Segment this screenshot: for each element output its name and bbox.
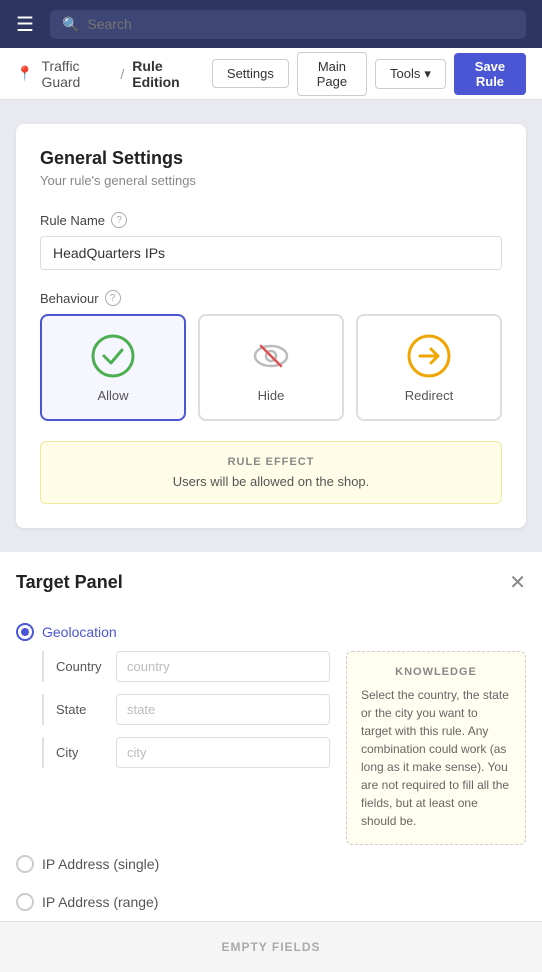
tools-arrow-icon: ▾ bbox=[424, 66, 431, 82]
allow-icon-area bbox=[89, 332, 137, 380]
country-label: Country bbox=[56, 659, 104, 674]
hide-icon bbox=[249, 334, 293, 378]
redirect-label: Redirect bbox=[405, 388, 453, 403]
state-label: State bbox=[56, 702, 104, 717]
empty-fields-text: EMPTY FIELDS bbox=[221, 940, 320, 954]
search-icon: 🔍 bbox=[62, 16, 79, 33]
knowledge-title: KNOWLEDGE bbox=[361, 666, 511, 678]
radio-geolocation-circle bbox=[16, 623, 34, 641]
country-input[interactable] bbox=[116, 651, 330, 682]
topbar: ☰ 🔍 bbox=[0, 0, 542, 48]
location-icon: 📍 bbox=[16, 65, 33, 82]
radio-ip-single-circle bbox=[16, 855, 34, 873]
radio-ip-range[interactable]: IP Address (range) bbox=[16, 883, 526, 921]
behaviour-allow[interactable]: Allow bbox=[40, 314, 186, 421]
main-content: General Settings Your rule's general set… bbox=[0, 100, 542, 552]
ip-single-label: IP Address (single) bbox=[42, 856, 159, 872]
rule-name-help-icon[interactable]: ? bbox=[111, 212, 127, 228]
general-settings-subtitle: Your rule's general settings bbox=[40, 173, 502, 188]
main-page-button[interactable]: Main Page bbox=[297, 52, 367, 96]
rule-effect-text: Users will be allowed on the shop. bbox=[57, 474, 485, 489]
country-row: Country bbox=[42, 651, 330, 682]
rule-name-input[interactable] bbox=[40, 236, 502, 270]
radio-geolocation[interactable]: Geolocation bbox=[16, 613, 526, 651]
ip-range-label: IP Address (range) bbox=[42, 894, 158, 910]
target-panel-section: Target Panel ✕ Geolocation Country State bbox=[0, 552, 542, 972]
geolocation-label: Geolocation bbox=[42, 624, 117, 640]
breadcrumb-separator: / bbox=[120, 66, 124, 82]
radio-ip-single[interactable]: IP Address (single) bbox=[16, 845, 526, 883]
menu-icon[interactable]: ☰ bbox=[16, 12, 34, 37]
breadcrumb-bar: 📍 Traffic Guard / Rule Edition Settings … bbox=[0, 48, 542, 100]
breadcrumb-actions: Settings Main Page Tools ▾ Save Rule bbox=[212, 52, 526, 96]
geo-panel: Country State City KNOWLEDGE Select the … bbox=[42, 651, 526, 845]
rule-effect-title: RULE EFFECT bbox=[57, 456, 485, 468]
breadcrumb-parent[interactable]: Traffic Guard bbox=[41, 58, 112, 90]
search-bar[interactable]: 🔍 bbox=[50, 10, 526, 39]
city-input[interactable] bbox=[116, 737, 330, 768]
empty-fields-banner: EMPTY FIELDS bbox=[0, 921, 542, 972]
save-rule-button[interactable]: Save Rule bbox=[454, 53, 526, 95]
breadcrumb-current: Rule Edition bbox=[132, 58, 204, 90]
general-settings-card: General Settings Your rule's general set… bbox=[16, 124, 526, 528]
state-input[interactable] bbox=[116, 694, 330, 725]
redirect-icon bbox=[407, 334, 451, 378]
search-input[interactable] bbox=[87, 16, 514, 32]
behaviour-help-icon[interactable]: ? bbox=[105, 290, 121, 306]
state-row: State bbox=[42, 694, 330, 725]
allow-label: Allow bbox=[97, 388, 128, 403]
redirect-icon-area bbox=[405, 332, 453, 380]
knowledge-box: KNOWLEDGE Select the country, the state … bbox=[346, 651, 526, 845]
target-panel-header: Target Panel ✕ bbox=[16, 572, 526, 593]
allow-icon bbox=[91, 334, 135, 378]
general-settings-title: General Settings bbox=[40, 148, 502, 169]
rule-name-label: Rule Name ? bbox=[40, 212, 502, 228]
city-label: City bbox=[56, 745, 104, 760]
tools-button[interactable]: Tools ▾ bbox=[375, 59, 446, 89]
behaviour-hide[interactable]: Hide bbox=[198, 314, 344, 421]
target-panel-inner: Target Panel ✕ Geolocation Country State bbox=[0, 552, 542, 921]
settings-button[interactable]: Settings bbox=[212, 59, 289, 88]
rule-effect-banner: RULE EFFECT Users will be allowed on the… bbox=[40, 441, 502, 504]
radio-ip-range-circle bbox=[16, 893, 34, 911]
hide-label: Hide bbox=[258, 388, 285, 403]
close-button[interactable]: ✕ bbox=[509, 573, 526, 593]
target-panel-title: Target Panel bbox=[16, 572, 123, 593]
tools-label: Tools bbox=[390, 66, 420, 81]
hide-icon-area bbox=[247, 332, 295, 380]
behaviour-label: Behaviour ? bbox=[40, 290, 502, 306]
city-row: City bbox=[42, 737, 330, 768]
knowledge-text: Select the country, the state or the cit… bbox=[361, 686, 511, 830]
behaviour-redirect[interactable]: Redirect bbox=[356, 314, 502, 421]
behaviour-options: Allow Hide bbox=[40, 314, 502, 421]
geo-fields: Country State City bbox=[42, 651, 330, 845]
